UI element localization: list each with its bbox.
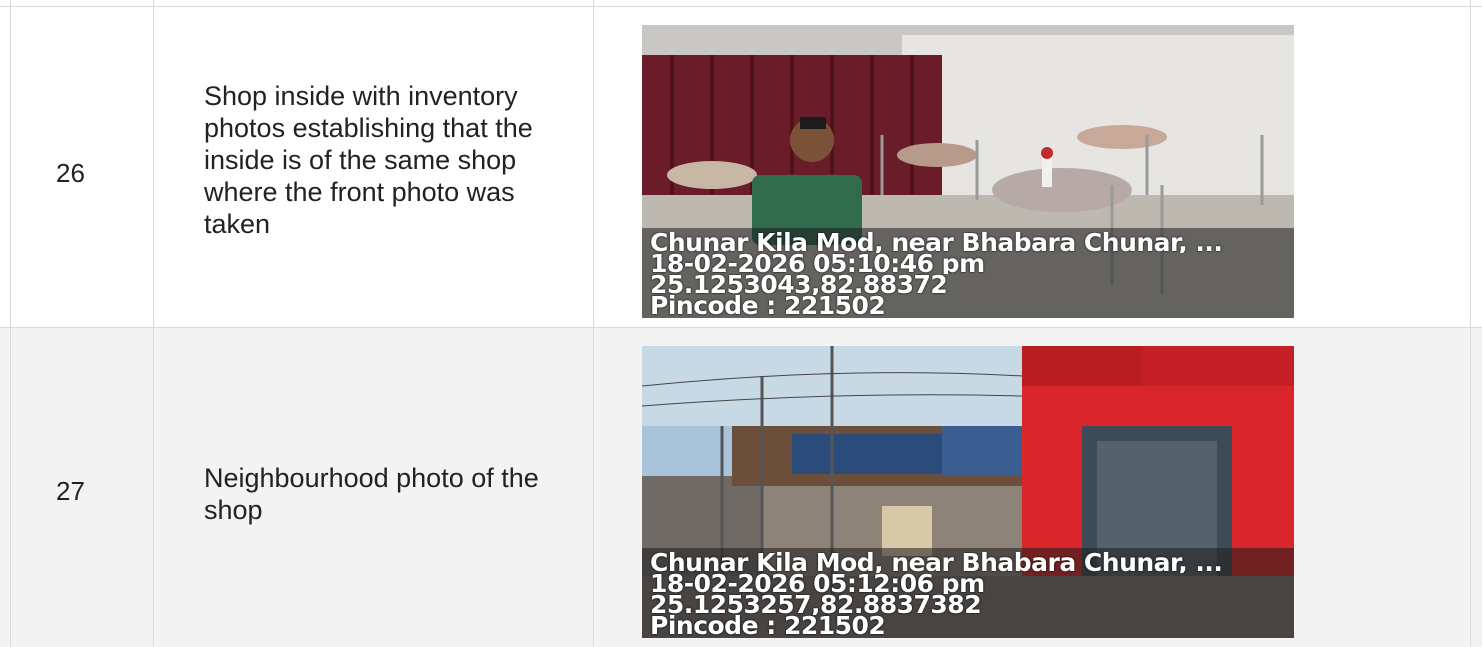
column-divider — [593, 0, 594, 647]
row-number: 27 — [56, 476, 85, 506]
column-divider — [10, 0, 11, 647]
neighbourhood-photo: Chunar Kila Mod, near Bhabara Chunar, ..… — [642, 346, 1294, 638]
geotag-address: Chunar Kila Mod, near Bhabara Chunar, ..… — [650, 552, 1223, 573]
row-description: Neighbourhood photo of the shop — [204, 463, 539, 525]
photo-geotag-overlay: Chunar Kila Mod, near Bhabara Chunar, ..… — [642, 548, 1294, 638]
column-divider — [153, 0, 154, 647]
geotag-datetime: 18-02-2026 05:10:46 pm — [650, 253, 985, 274]
geotag-pincode: Pincode : 221502 — [650, 615, 886, 636]
geotag-coordinates: 25.1253257,82.8837382 — [650, 594, 982, 615]
photo-geotag-overlay: Chunar Kila Mod, near Bhabara Chunar, ..… — [642, 228, 1294, 318]
row-divider — [0, 327, 1482, 328]
geotag-coordinates: 25.1253043,82.88372 — [650, 274, 948, 295]
column-divider — [1470, 0, 1471, 647]
table-border-top — [0, 6, 1482, 7]
row-number: 26 — [56, 158, 85, 188]
report-table: 26 Shop inside with inventory photos est… — [0, 0, 1482, 647]
row-description: Shop inside with inventory photos establ… — [204, 81, 533, 239]
shop-inside-photo: Chunar Kila Mod, near Bhabara Chunar, ..… — [642, 25, 1294, 318]
table-row: 26 Shop inside with inventory photos est… — [0, 0, 1482, 328]
geotag-address: Chunar Kila Mod, near Bhabara Chunar, ..… — [650, 232, 1223, 253]
geotag-pincode: Pincode : 221502 — [650, 295, 886, 316]
geotag-datetime: 18-02-2026 05:12:06 pm — [650, 573, 985, 594]
table-row: 27 Neighbourhood photo of the shop Chuna… — [0, 328, 1482, 647]
